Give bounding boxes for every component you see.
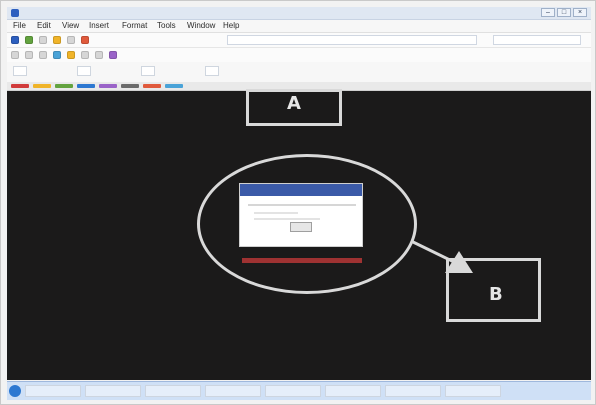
maximize-button[interactable]: □ bbox=[557, 8, 571, 17]
toolbar-combo[interactable] bbox=[493, 35, 581, 45]
toolbar-2-icons bbox=[11, 51, 117, 59]
dialog-ok-button[interactable] bbox=[290, 222, 312, 232]
menu-tools[interactable]: Tools bbox=[157, 21, 176, 30]
align-icon[interactable] bbox=[81, 51, 89, 59]
window-controls: – □ × bbox=[541, 8, 587, 17]
color-swatch-lightblue[interactable] bbox=[165, 84, 183, 88]
app-icon bbox=[11, 9, 19, 17]
canvas: A B bbox=[7, 89, 591, 380]
menu-edit[interactable]: Edit bbox=[37, 21, 51, 30]
style-icon[interactable] bbox=[109, 51, 117, 59]
color-swatch-green[interactable] bbox=[55, 84, 73, 88]
ribbon-button-2[interactable] bbox=[77, 66, 91, 76]
menu-insert[interactable]: Insert bbox=[89, 21, 109, 30]
address-field[interactable] bbox=[227, 35, 477, 45]
highlight-icon[interactable] bbox=[67, 51, 75, 59]
screenshot-frame: – □ × File Edit View Insert Format Tools… bbox=[0, 0, 596, 405]
menu-window[interactable]: Window bbox=[187, 21, 215, 30]
task-item-3[interactable] bbox=[145, 385, 201, 397]
start-icon[interactable] bbox=[9, 385, 21, 397]
toolbar-2 bbox=[7, 48, 591, 63]
task-item-1[interactable] bbox=[25, 385, 81, 397]
color-swatch-blue[interactable] bbox=[77, 84, 95, 88]
popup-dialog bbox=[239, 183, 363, 247]
paste-icon[interactable] bbox=[39, 51, 47, 59]
menu-bar: File Edit View Insert Format Tools Windo… bbox=[7, 20, 591, 33]
callout-a-label: A bbox=[287, 93, 301, 114]
ribbon-button-4[interactable] bbox=[205, 66, 219, 76]
menu-format[interactable]: Format bbox=[122, 21, 147, 30]
dialog-text-line-1 bbox=[254, 212, 298, 214]
close-button[interactable]: × bbox=[573, 8, 587, 17]
ribbon-button-1[interactable] bbox=[13, 66, 27, 76]
color-swatch-red[interactable] bbox=[11, 84, 29, 88]
ribbon bbox=[7, 62, 591, 83]
menu-help[interactable]: Help bbox=[223, 21, 239, 30]
back-icon[interactable] bbox=[11, 36, 19, 44]
task-item-2[interactable] bbox=[85, 385, 141, 397]
task-item-8[interactable] bbox=[445, 385, 501, 397]
bookmark-icon[interactable] bbox=[81, 36, 89, 44]
task-item-5[interactable] bbox=[265, 385, 321, 397]
taskbar bbox=[7, 381, 591, 400]
forward-icon[interactable] bbox=[25, 36, 33, 44]
task-item-7[interactable] bbox=[385, 385, 441, 397]
home-icon[interactable] bbox=[53, 36, 61, 44]
color-swatch-yellow[interactable] bbox=[33, 84, 51, 88]
color-swatch-orange[interactable] bbox=[143, 84, 161, 88]
dialog-caption-bar bbox=[242, 258, 362, 263]
minimize-button[interactable]: – bbox=[541, 8, 555, 17]
color-swatch-purple[interactable] bbox=[99, 84, 117, 88]
task-item-4[interactable] bbox=[205, 385, 261, 397]
menu-view[interactable]: View bbox=[62, 21, 79, 30]
dialog-header bbox=[240, 184, 362, 196]
color-swatch-gray[interactable] bbox=[121, 84, 139, 88]
search-icon[interactable] bbox=[67, 36, 75, 44]
callout-b-label: B bbox=[489, 284, 503, 305]
toolbar-1-icons bbox=[11, 36, 89, 44]
toolbar-1 bbox=[7, 33, 591, 48]
dialog-text-line-2 bbox=[254, 218, 320, 220]
cut-icon[interactable] bbox=[11, 51, 19, 59]
list-icon[interactable] bbox=[95, 51, 103, 59]
refresh-icon[interactable] bbox=[39, 36, 47, 44]
copy-icon[interactable] bbox=[25, 51, 33, 59]
dialog-divider bbox=[248, 204, 356, 206]
menu-file[interactable]: File bbox=[13, 21, 26, 30]
ribbon-button-3[interactable] bbox=[141, 66, 155, 76]
title-bar: – □ × bbox=[7, 7, 591, 20]
format-icon[interactable] bbox=[53, 51, 61, 59]
task-item-6[interactable] bbox=[325, 385, 381, 397]
